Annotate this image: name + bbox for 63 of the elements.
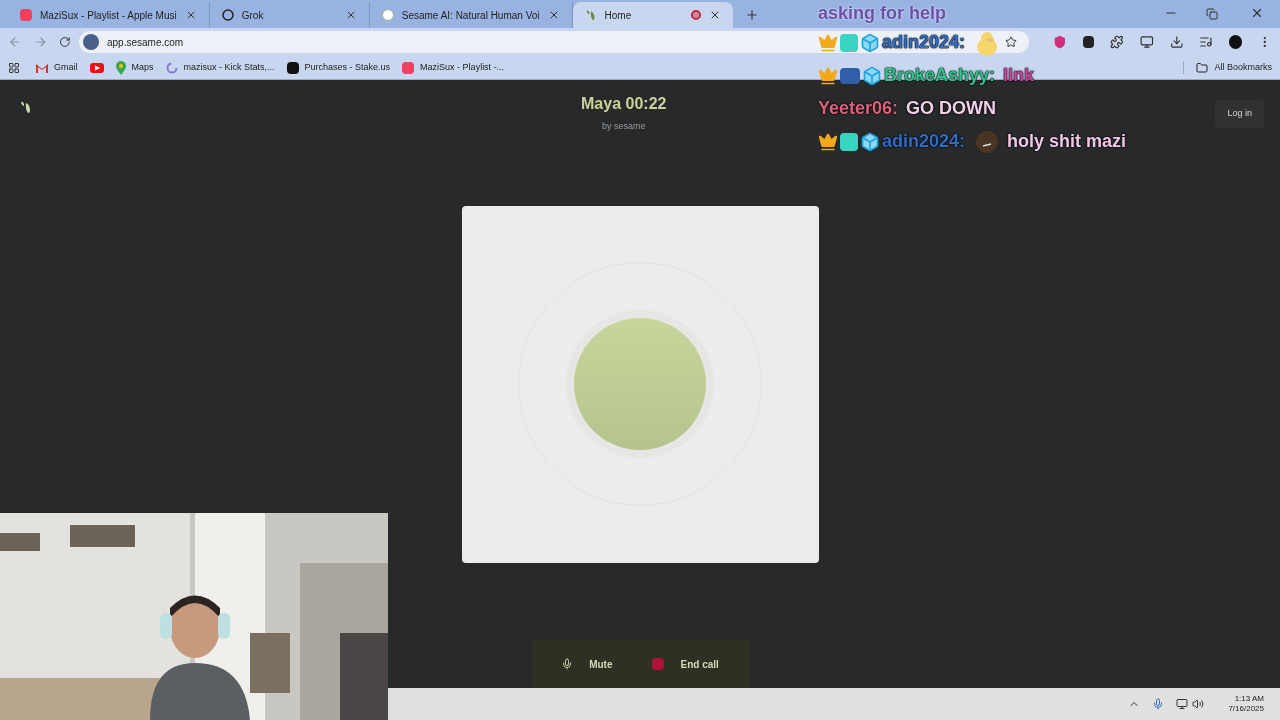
bookmark-item[interactable]: [89, 62, 104, 73]
chat-text: GO DOWN: [906, 97, 997, 120]
crown-icon: [818, 65, 838, 86]
bookmark-item[interactable]: mazisux - Kick Stats,...: [165, 60, 275, 75]
reload-icon[interactable]: [59, 36, 71, 48]
mic-icon: [561, 658, 574, 670]
restore-icon[interactable]: [1206, 8, 1218, 20]
bookmark-item[interactable]: Maps: [115, 60, 154, 75]
apps-icon[interactable]: [8, 61, 20, 74]
site-info-icon[interactable]: [82, 34, 99, 50]
profile-avatar[interactable]: [1228, 35, 1243, 49]
tab-title: Sesame AI: Natural Human Voi: [401, 8, 540, 23]
mic-icon[interactable]: [1152, 698, 1165, 710]
tab-title: Grok: [241, 8, 265, 23]
og-badge-icon: [840, 132, 858, 151]
download-icon[interactable]: [1169, 35, 1184, 49]
bookmark-item[interactable]: MaziSux - Playlist -...: [402, 60, 505, 75]
ring-icon: [165, 61, 178, 74]
bookmark-item[interactable]: Purchases - Stake.us: [286, 60, 391, 75]
media-icon[interactable]: [1199, 35, 1213, 49]
cube-icon: [862, 65, 882, 86]
mail-icon: [36, 61, 48, 74]
tab-title: MaziSux - Playlist - Apple Musi: [40, 8, 177, 23]
url-text: app.sesame.com: [106, 35, 184, 50]
mute-button[interactable]: Mute: [561, 656, 613, 672]
end-call-button[interactable]: End call: [652, 656, 719, 672]
folder-icon: [1196, 61, 1209, 74]
music-app-icon: [402, 61, 415, 74]
crown-icon: [818, 131, 838, 152]
chat-username: adin2024:: [882, 31, 966, 54]
chat-username: adin2024:: [882, 130, 966, 153]
bookmark-star-icon[interactable]: [1004, 36, 1017, 48]
extension-icon[interactable]: [1082, 36, 1095, 48]
chat-text: link: [1003, 64, 1035, 87]
volume-icon[interactable]: [1192, 698, 1205, 710]
chat-text: holy shit mazi: [1007, 130, 1127, 153]
chat-username: Yeeter06:: [818, 97, 899, 120]
map-pin-icon: [115, 60, 126, 75]
all-bookmarks-button[interactable]: All Bookmarks: [1183, 60, 1272, 75]
login-button[interactable]: Log in: [1215, 100, 1264, 128]
leaf-icon: [584, 9, 597, 21]
circle-icon: [221, 9, 234, 21]
byline: by sesame: [601, 120, 646, 133]
chat-username: BrokeAshyy:: [884, 64, 996, 87]
music-app-icon: [20, 9, 32, 21]
new-tab-icon[interactable]: [744, 8, 759, 22]
crown-icon: [818, 32, 838, 53]
network-icon[interactable]: [1176, 698, 1189, 710]
stop-icon: [652, 658, 665, 670]
cube-icon: [860, 131, 880, 152]
tab-title: Home: [604, 8, 633, 23]
video-play-icon: [89, 62, 104, 73]
puzzle-icon[interactable]: [1110, 35, 1124, 49]
close-icon[interactable]: [1250, 6, 1264, 20]
face-emote-icon: [975, 129, 1000, 154]
leaf-icon: [20, 100, 32, 114]
cube-icon: [860, 32, 880, 53]
call-title: Maya 00:22: [581, 94, 667, 114]
bookmark-item[interactable]: Gmail: [36, 60, 78, 75]
stream-title: asking for help: [818, 2, 948, 25]
browser-tab[interactable]: Home: [572, 2, 733, 28]
shield-icon[interactable]: [1052, 35, 1067, 49]
clock[interactable]: 1:13 AM 7/16/2025: [1228, 694, 1264, 714]
